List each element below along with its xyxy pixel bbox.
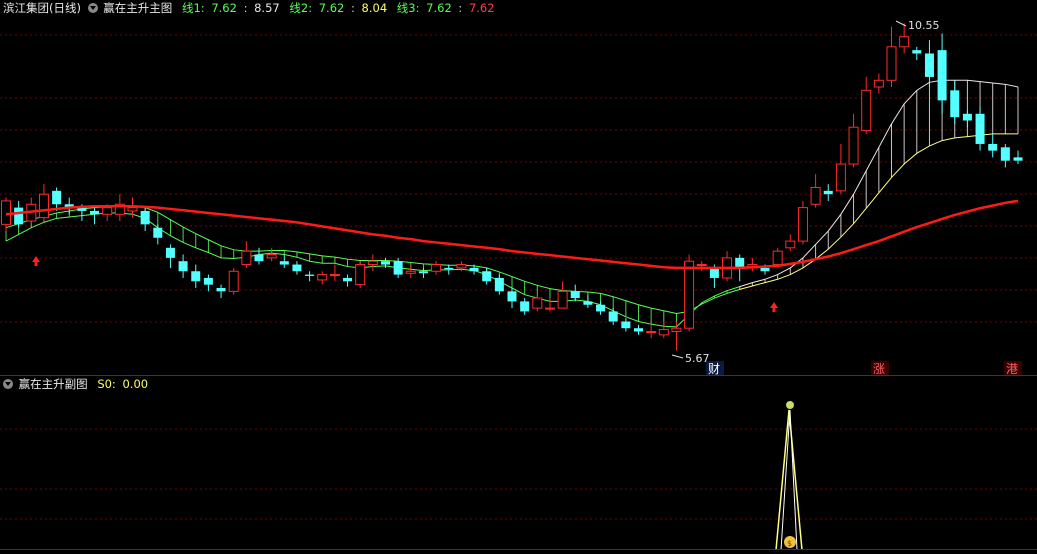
candle-body-down (621, 321, 631, 329)
candle-body-up (329, 274, 340, 277)
candle-body-down (570, 291, 580, 299)
candle-body-up (38, 193, 49, 219)
candle-body-up (772, 250, 783, 266)
candle-body-up (873, 79, 884, 88)
candlesticks (1, 23, 1023, 351)
candle-body-down (52, 190, 62, 205)
buy-arrow-icon (32, 256, 40, 266)
low-price-label: 5.67 (685, 352, 710, 365)
candle-body-down (937, 50, 947, 101)
candle-body-up (405, 270, 416, 274)
candle-body-down (444, 267, 454, 270)
candle-body-down (520, 301, 530, 312)
candle-body-up (1, 200, 11, 225)
candle-body-up (557, 290, 568, 309)
candle-body-down (494, 277, 504, 292)
candle-body-down (760, 267, 770, 272)
marker-cai[interactable]: 财 (708, 362, 720, 376)
candle-body-up (127, 207, 138, 212)
candle-body-down (203, 277, 213, 285)
candle-body-up (431, 264, 442, 272)
candle-body-down (153, 227, 163, 238)
candle-body-up (810, 187, 821, 205)
high-price-label: 10.55 (908, 19, 940, 32)
baseline (0, 549, 1037, 550)
candle-body-up (228, 270, 239, 292)
candle-body-down (924, 53, 934, 77)
candle-body-down (482, 271, 492, 282)
candle-body-up (241, 250, 252, 266)
apple-icon (786, 401, 794, 409)
candle-body-down (305, 274, 315, 276)
candle-body-down (1000, 147, 1010, 161)
candle-body-down (14, 207, 24, 225)
candle-body-down (191, 271, 201, 282)
marker-gang[interactable]: 港 (1006, 362, 1018, 376)
candle-body-down (178, 261, 188, 272)
candle-body-up (367, 260, 378, 266)
candle-body-down (165, 247, 175, 258)
candle-body-up (899, 36, 910, 48)
candle-body-down (912, 50, 922, 54)
grid-lines (0, 34, 1037, 520)
candle-body-down (709, 267, 719, 278)
candle-body-down (1013, 157, 1023, 161)
candle-body-up (684, 260, 695, 329)
candle-body-up (317, 274, 328, 281)
candle-body-down (216, 288, 226, 292)
candle-body-up (861, 89, 872, 132)
candle-body-down (634, 328, 643, 332)
candle-body-down (292, 264, 302, 272)
candle-body-down (823, 190, 833, 195)
candle-body-up (544, 307, 555, 310)
candle-body-up (456, 264, 467, 269)
svg-text:$: $ (787, 539, 792, 548)
candle-body-down (507, 291, 517, 302)
candle-body-down (469, 267, 479, 272)
candle-body-up (835, 163, 846, 192)
candle-body-up (355, 264, 366, 286)
candle-body-down (254, 254, 264, 262)
kline-chart[interactable]: 10.55 5.67 财 涨 港 $ (0, 0, 1037, 554)
candle-body-up (102, 207, 113, 215)
candle-body-down (381, 261, 390, 265)
candle-body-up (848, 126, 859, 165)
candle-body-down (343, 277, 353, 282)
candle-body-up (532, 297, 543, 309)
candle-body-down (583, 301, 593, 305)
candle-body-down (988, 143, 998, 151)
sub-chart-spike: $ (775, 401, 803, 551)
candle-body-down (975, 113, 985, 144)
candle-body-down (279, 261, 289, 265)
candle-body-down (596, 304, 606, 312)
candle-body-up (886, 46, 897, 81)
low-pointer (671, 354, 684, 359)
candle-body-up (658, 329, 669, 336)
candle-body-up (671, 327, 682, 333)
marker-zhang[interactable]: 涨 (873, 361, 885, 376)
candle-body-up (266, 254, 277, 259)
candle-body-up (696, 264, 707, 267)
candle-body-down (962, 113, 972, 121)
candle-body-down (418, 271, 428, 274)
candle-body-up (797, 207, 808, 242)
candle-body-down (950, 90, 960, 118)
buy-arrow-icon (770, 302, 778, 312)
candle-body-up (646, 331, 657, 334)
candle-body-down (90, 210, 100, 215)
candle-body-down (608, 311, 618, 322)
candle-body-down (735, 257, 745, 268)
candle-body-down (140, 210, 150, 225)
candle-body-up (785, 240, 796, 249)
candle-body-down (393, 261, 403, 275)
